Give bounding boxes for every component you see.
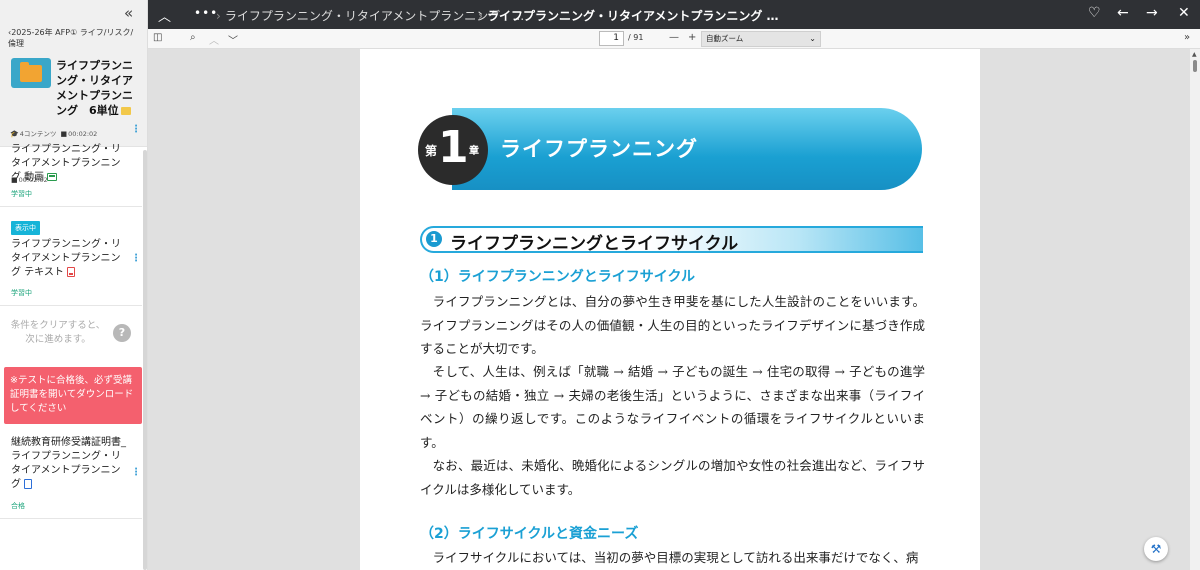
- pdf-toolbar: ◫ ⌕ ︿ ﹀ 1 / 91 — + 自動ズーム ⌄ »: [148, 29, 1200, 49]
- course-duration: 00:02:02: [68, 130, 98, 138]
- breadcrumb-current: › ライフプランニング・リタイアメントプランニング …: [478, 7, 779, 24]
- arrow-right-icon[interactable]: →: [1146, 5, 1158, 21]
- app-window: « ‹2025-26年 AFP① ライフ/リスク/倫理 ライフプランニング・リタ…: [0, 0, 1200, 570]
- folder-icon: [20, 62, 42, 82]
- search-icon[interactable]: ⌕: [190, 32, 196, 43]
- item-title-text: ライフプランニング・リタイアメントプランニング テキスト: [11, 239, 121, 278]
- video-camera-icon: ■: [60, 130, 68, 138]
- subsection-title: （1）ライフプランニングとライフサイクル: [420, 269, 696, 285]
- collapse-sidebar-icon[interactable]: «: [124, 4, 133, 22]
- chapter-suffix: 章: [469, 146, 479, 157]
- help-icon[interactable]: ?: [113, 324, 131, 342]
- zoom-select[interactable]: 自動ズーム ⌄: [701, 31, 821, 47]
- locked-text: 条件をクリアすると、次に進めます。: [10, 320, 106, 345]
- item-title: ライフプランニング・リタイアメントプランニング テキスト: [11, 238, 129, 280]
- item-duration: ■00:02:02: [11, 176, 48, 184]
- paragraph: なお、最近は、未婚化、晩婚化によるシングルの増加や女性の社会進出など、ライフサイ…: [420, 458, 925, 497]
- chapter-title: ライフプランニング: [500, 137, 698, 161]
- next-page-icon[interactable]: ﹀: [228, 32, 238, 47]
- course-thumbnail: [11, 58, 51, 88]
- course-more-icon[interactable]: ⋮: [131, 124, 141, 135]
- video-camera-icon: ■: [11, 176, 18, 184]
- scrollbar-thumb[interactable]: [1193, 60, 1197, 72]
- item-title: 継続教育研修受講証明書_ライフプランニング・リタイアメントプランニング: [11, 436, 129, 492]
- close-icon[interactable]: ✕: [1178, 5, 1190, 21]
- course-title: ライフプランニング・リタイアメントプランニング 6単位: [56, 58, 134, 118]
- course-meta: 🎓4コンテンツ ■00:02:02: [10, 128, 97, 138]
- section-title: ライフプランニングとライフサイクル: [450, 234, 739, 254]
- sidebar-scrollbar[interactable]: [143, 150, 147, 570]
- video-icon: [47, 173, 58, 181]
- content-count: 4コンテンツ: [19, 130, 57, 138]
- alert-banner: ※テストに合格後、必ず受講証明書を開いてダウンロードしてください: [4, 367, 142, 424]
- list-item-certificate[interactable]: 継続教育研修受講証明書_ライフプランニング・リタイアメントプランニング 合格 ⋮: [0, 430, 142, 519]
- toolbox-icon[interactable]: ⚒: [1144, 537, 1168, 561]
- scroll-up-icon[interactable]: ▲: [1192, 51, 1197, 58]
- breadcrumb-separator-icon: ›: [216, 9, 221, 23]
- paragraph: そして、人生は、例えば「就職 → 結婚 → 子どもの誕生 → 住宅の取得 → 子…: [420, 364, 925, 450]
- course-header: « ‹2025-26年 AFP① ライフ/リスク/倫理 ライフプランニング・リタ…: [0, 0, 147, 147]
- zoom-in-icon[interactable]: +: [688, 32, 696, 43]
- chapter-prefix: 第: [425, 144, 438, 158]
- breadcrumb-current-text: ライフプランニング・リタイアメントプランニング …: [486, 9, 779, 23]
- pdf-viewer[interactable]: 第 1 章 ライフプランニング 1 ライフプランニングとライフサイクル （1）ラ…: [148, 49, 1200, 570]
- item-more-icon[interactable]: ⋮: [131, 467, 141, 478]
- graduation-cap-icon: 🎓: [10, 130, 19, 138]
- item-duration-text: 00:02:02: [18, 176, 48, 184]
- list-item-video[interactable]: ライフプランニング・リタイアメントプランニング 動画 ■00:02:02 学習中: [0, 144, 142, 207]
- sidebar-toggle-icon[interactable]: ◫: [153, 32, 162, 43]
- page-total: / 91: [628, 33, 644, 42]
- chapter-number: 1: [438, 122, 469, 173]
- pdf-page: 第 1 章 ライフプランニング 1 ライフプランニングとライフサイクル （1）ラ…: [360, 49, 980, 570]
- viewer-scrollbar[interactable]: ▲: [1190, 49, 1200, 570]
- previous-page-icon[interactable]: ︿: [209, 32, 219, 47]
- zoom-out-icon[interactable]: —: [669, 32, 679, 43]
- top-bar: ︿ ••• › ライフプランニング・リタイアメントプランニング … › ライフプラン…: [148, 0, 1200, 29]
- current-badge: 表示中: [11, 221, 40, 235]
- zoom-select-value: 自動ズーム: [706, 34, 744, 43]
- arrow-left-icon[interactable]: ←: [1117, 5, 1129, 21]
- status-label: 学習中: [11, 190, 32, 198]
- item-more-icon[interactable]: ⋮: [131, 253, 141, 264]
- status-label: 合格: [11, 502, 25, 510]
- sidebar: « ‹2025-26年 AFP① ライフ/リスク/倫理 ライフプランニング・リタ…: [0, 0, 148, 570]
- chevron-up-icon[interactable]: ︿: [158, 6, 171, 25]
- paragraph: ライフサイクルにおいては、当初の夢や目標の実現として訪れる出来事だけでなく、病: [420, 550, 919, 565]
- paragraph: ライフプランニングとは、自分の夢や生き甲斐を基にした人生設計のことをいいます。ラ…: [420, 294, 925, 356]
- certificate-icon: [24, 479, 33, 489]
- pdf-icon: [67, 267, 76, 277]
- folder-small-icon: [120, 107, 131, 115]
- more-icon[interactable]: •••: [194, 6, 218, 20]
- heart-icon[interactable]: ♡: [1088, 5, 1101, 21]
- chevron-down-icon: ⌄: [809, 34, 816, 43]
- section-number: 1: [426, 231, 442, 247]
- tools-menu-icon[interactable]: »: [1184, 32, 1190, 43]
- breadcrumb[interactable]: ‹2025-26年 AFP① ライフ/リスク/倫理: [8, 27, 136, 49]
- page-number-input[interactable]: 1: [599, 31, 624, 46]
- subsection-title: （2）ライフサイクルと資金ニーズ: [420, 526, 639, 542]
- status-label: 学習中: [11, 289, 32, 297]
- breadcrumb-separator-icon: ›: [478, 9, 483, 23]
